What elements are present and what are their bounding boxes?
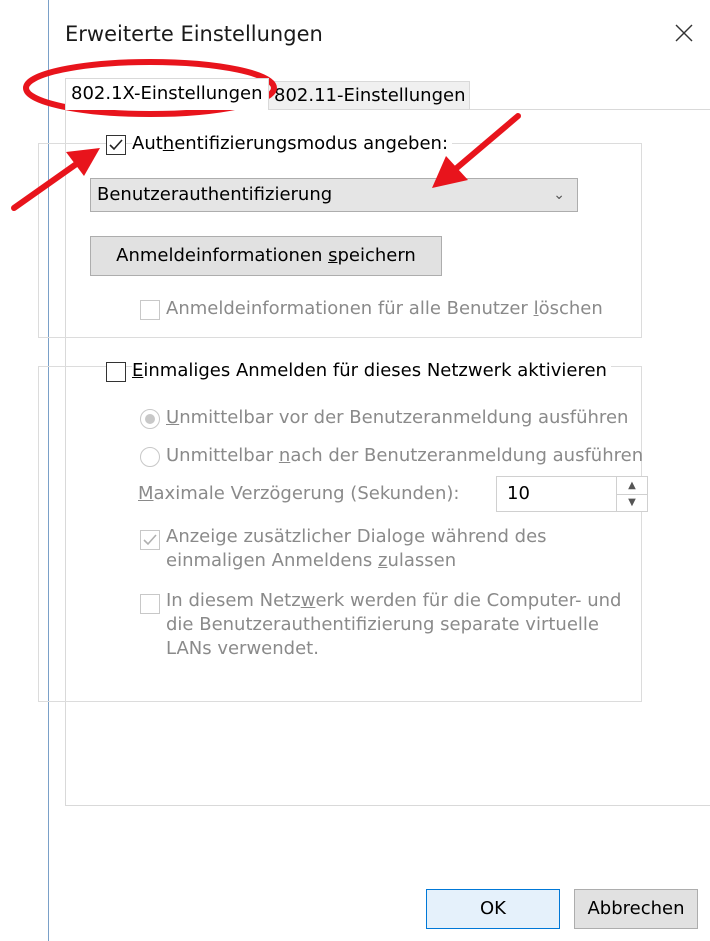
max-delay-value: 10 (507, 483, 530, 504)
stepper-down-icon[interactable]: ▼ (617, 494, 647, 511)
additional-dialogs-label-line2: einmaligen Anmeldens zulassen (166, 550, 457, 571)
radio-after-logon-label: Unmittelbar nach der Benutzeranmeldung a… (166, 445, 644, 466)
radio-before-logon[interactable] (140, 409, 160, 429)
ok-button[interactable]: OK (426, 889, 560, 929)
additional-dialogs-checkbox[interactable] (140, 530, 160, 550)
additional-dialogs-label-line1: Anzeige zusätzlicher Dialoge während des (166, 526, 547, 547)
auth-mode-select-value: Benutzerauthentifizierung (97, 184, 333, 205)
stepper-up-icon[interactable]: ▲ (617, 477, 647, 495)
dialog-title: Erweiterte Einstellungen (65, 22, 323, 46)
chevron-down-icon: ⌄ (553, 187, 565, 203)
auth-mode-label: Authentifizierungsmodus angeben: (132, 133, 453, 154)
auth-mode-select[interactable]: Benutzerauthentifizierung ⌄ (90, 178, 578, 212)
tab-8021x-settings[interactable]: 802.1X-Einstellungen (65, 78, 269, 110)
delete-credentials-checkbox[interactable] (140, 300, 160, 320)
sso-checkbox[interactable] (106, 362, 126, 382)
separate-vlan-label-line3: LANs verwendet. (166, 638, 319, 659)
separate-vlan-label-line1: In diesem Netzwerk werden für die Comput… (166, 590, 622, 611)
sso-label: Einmaliges Anmelden für dieses Netzwerk … (132, 360, 611, 381)
checkmark-icon (109, 139, 123, 151)
separate-vlan-label-line2: die Benutzerauthentifizierung separate v… (166, 614, 599, 635)
delete-credentials-label: Anmeldeinformationen für alle Benutzer l… (166, 298, 603, 319)
max-delay-label: Maximale Verzögerung (Sekunden): (138, 483, 460, 504)
save-credentials-button[interactable]: Anmeldeinformationen speichern (90, 236, 442, 276)
separate-vlan-checkbox[interactable] (140, 594, 160, 614)
tab-80211-settings[interactable]: 802.11-Einstellungen (268, 81, 470, 110)
radio-before-logon-label: Unmittelbar vor der Benutzeranmeldung au… (166, 407, 629, 428)
checkmark-icon (143, 534, 157, 546)
auth-mode-checkbox[interactable] (106, 135, 126, 155)
cancel-button[interactable]: Abbrechen (574, 889, 698, 929)
radio-after-logon[interactable] (140, 447, 160, 467)
max-delay-stepper[interactable]: 10 ▲ ▼ (496, 476, 648, 512)
close-icon[interactable] (671, 20, 697, 46)
